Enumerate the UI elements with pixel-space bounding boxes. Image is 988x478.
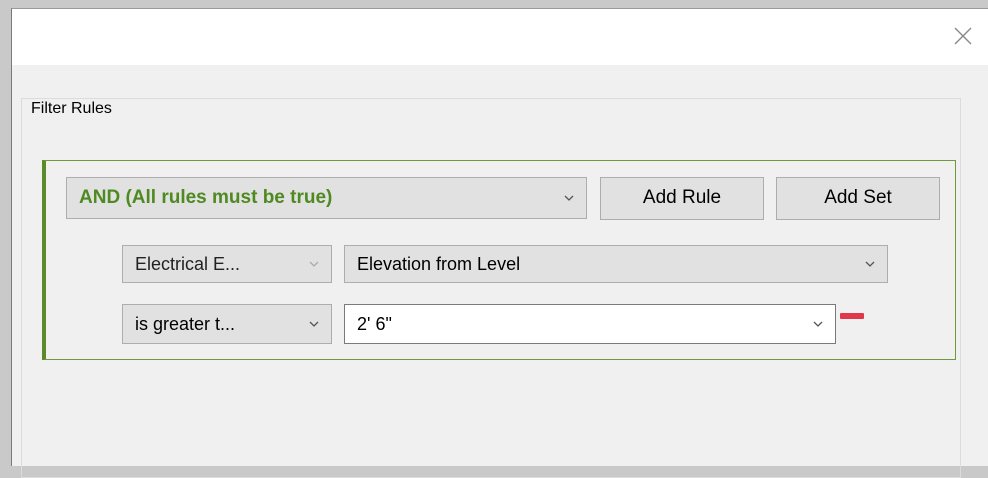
chevron-down-icon — [564, 195, 574, 201]
filter-rules-title: Filter Rules — [29, 99, 114, 119]
chevron-down-icon — [309, 261, 319, 267]
value-input[interactable]: 2' 6" — [357, 314, 392, 334]
category-dropdown[interactable]: Electrical E... — [122, 245, 332, 283]
category-value: Electrical E... — [135, 254, 241, 274]
parameter-value: Elevation from Level — [357, 254, 521, 274]
add-set-button[interactable]: Add Set — [776, 177, 940, 220]
title-bar — [12, 9, 988, 65]
condition-value: is greater t... — [135, 314, 236, 334]
parameter-dropdown[interactable]: Elevation from Level — [344, 245, 888, 283]
chevron-down-icon — [813, 321, 823, 327]
chevron-down-icon — [309, 321, 319, 327]
chevron-down-icon — [865, 261, 875, 267]
add-rule-button[interactable]: Add Rule — [600, 177, 764, 220]
value-combobox[interactable]: 2' 6" — [344, 304, 836, 344]
condition-dropdown[interactable]: is greater t... — [122, 304, 332, 344]
rule-set-operator-dropdown[interactable]: AND (All rules must be true) — [66, 177, 587, 219]
close-icon[interactable] — [950, 23, 976, 49]
minus-icon[interactable] — [840, 310, 864, 320]
rule-set-operator-label: AND (All rules must be true) — [79, 187, 333, 208]
